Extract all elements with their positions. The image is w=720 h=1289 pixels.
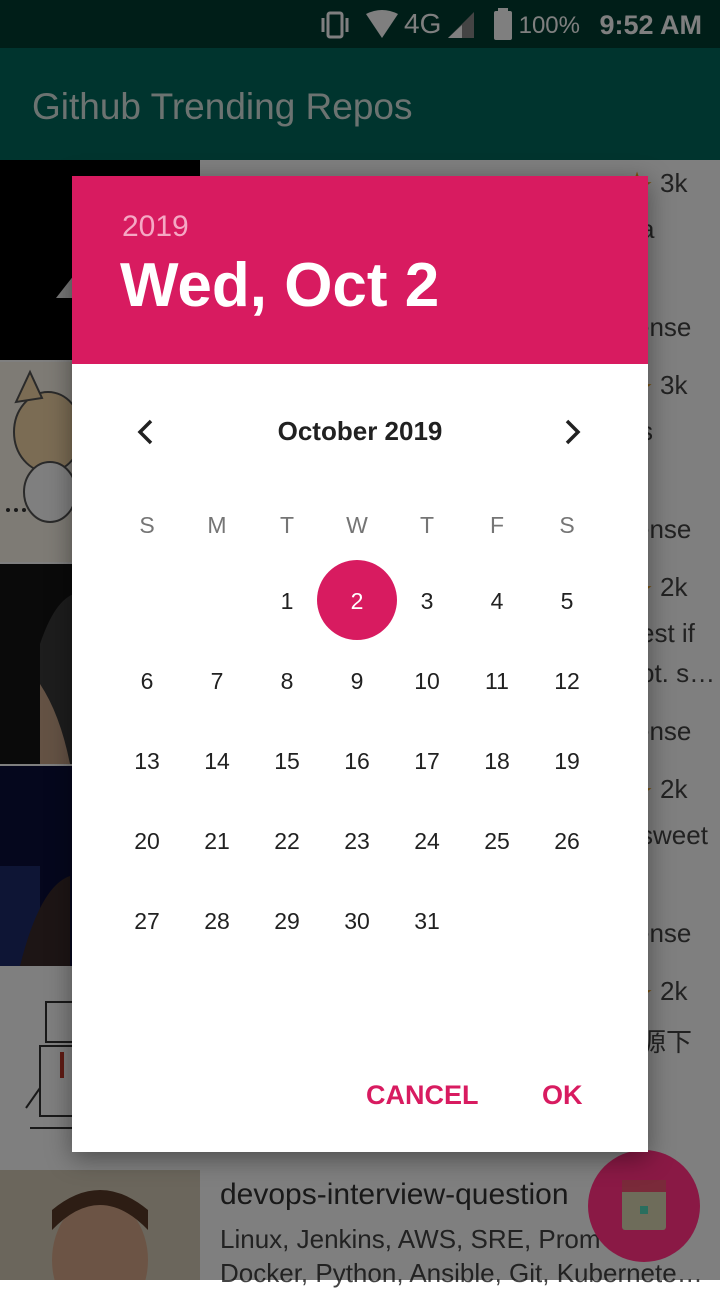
day-cell[interactable]: 25 (462, 828, 532, 855)
weekday-label: F (489, 512, 505, 538)
day-cell-selected[interactable]: 2 (322, 588, 392, 615)
day-cell[interactable]: 8 (252, 668, 322, 695)
day-cell[interactable]: 23 (322, 828, 392, 855)
day-cell[interactable]: 6 (112, 668, 182, 695)
next-month-button[interactable] (552, 412, 592, 452)
day-cell[interactable]: 7 (182, 668, 252, 695)
selected-date-label[interactable]: Wed, Oct 2 (120, 250, 439, 321)
day-cell[interactable]: 17 (392, 748, 462, 775)
day-cell[interactable]: 28 (182, 908, 252, 935)
date-picker-header: 2019 Wed, Oct 2 (72, 176, 648, 364)
day-cell[interactable]: 15 (252, 748, 322, 775)
day-cell[interactable]: 1 (252, 588, 322, 615)
day-cell[interactable]: 24 (392, 828, 462, 855)
day-cell[interactable]: 30 (322, 908, 392, 935)
day-cell[interactable]: 18 (462, 748, 532, 775)
day-cell[interactable]: 26 (532, 828, 602, 855)
weekday-label: T (279, 512, 295, 538)
day-cell[interactable]: 12 (532, 668, 602, 695)
day-cell[interactable]: 16 (322, 748, 392, 775)
year-label[interactable]: 2019 (122, 210, 189, 244)
day-cell[interactable]: 31 (392, 908, 462, 935)
day-cell[interactable]: 29 (252, 908, 322, 935)
calendar-icon (622, 1180, 666, 1230)
calendar-fab[interactable] (588, 1150, 700, 1262)
ok-button[interactable]: OK (542, 1080, 583, 1111)
weekday-label: T (419, 512, 435, 538)
day-cell[interactable]: 9 (322, 668, 392, 695)
day-cell[interactable]: 19 (532, 748, 602, 775)
chevron-right-icon (565, 419, 581, 445)
day-cell[interactable]: 13 (112, 748, 182, 775)
day-cell[interactable]: 3 (392, 588, 462, 615)
day-cell[interactable]: 11 (462, 668, 532, 695)
day-cell[interactable]: 14 (182, 748, 252, 775)
day-cell[interactable]: 27 (112, 908, 182, 935)
day-cell[interactable]: 5 (532, 588, 602, 615)
weekday-label: S (559, 512, 575, 538)
weekday-label: S (139, 512, 155, 538)
weekday-label: M (207, 512, 227, 538)
day-cell[interactable]: 21 (182, 828, 252, 855)
cancel-button[interactable]: CANCEL (366, 1080, 479, 1111)
day-cell[interactable]: 22 (252, 828, 322, 855)
day-cell[interactable]: 4 (462, 588, 532, 615)
weekday-label: W (346, 512, 368, 538)
day-cell[interactable]: 20 (112, 828, 182, 855)
day-cell[interactable]: 10 (392, 668, 462, 695)
date-picker-dialog: 2019 Wed, Oct 2 October 2019 S M T W T F… (72, 176, 648, 1152)
